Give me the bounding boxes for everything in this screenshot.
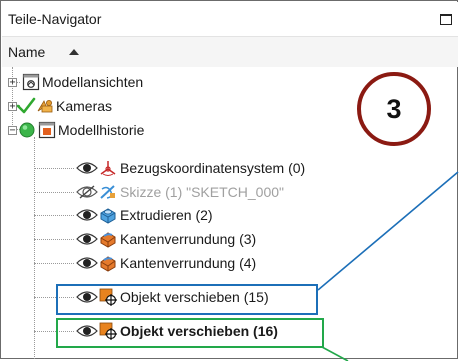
tree-item-label: Kantenverrundung (4) <box>120 255 257 271</box>
visibility-eye-icon[interactable] <box>76 208 98 222</box>
hidden-eye-icon[interactable] <box>76 185 98 199</box>
model-views-icon <box>22 73 40 91</box>
step-number-badge: 3 <box>357 72 431 146</box>
edge-blend-icon <box>100 256 116 272</box>
step-number: 3 <box>386 94 402 124</box>
tree-item-label: Modellhistorie <box>58 122 145 138</box>
tree-item-sketch[interactable]: Skizze (1) "SKETCH_000" <box>2 180 458 204</box>
panel-title: Teile-Navigator <box>8 11 102 27</box>
tree-item-label: Bezugskoordinatensystem (0) <box>120 160 306 176</box>
visibility-eye-icon[interactable] <box>76 232 98 246</box>
sketch-icon <box>100 185 115 199</box>
tree-item-label: Modellansichten <box>42 74 144 90</box>
expand-icon[interactable]: + <box>8 78 17 88</box>
maximize-icon[interactable] <box>440 14 452 25</box>
edge-blend-icon <box>100 232 116 248</box>
camera-icon <box>37 100 53 113</box>
tree-item-label: Kameras <box>56 98 113 114</box>
status-ok-icon <box>19 122 35 138</box>
visibility-eye-icon[interactable] <box>76 256 98 270</box>
tree-item-label: Kantenverrundung (3) <box>120 231 257 247</box>
tree-item-datum-csys[interactable]: Bezugskoordinatensystem (0) <box>2 156 458 180</box>
model-history-icon <box>38 121 56 139</box>
tree-item-label: Skizze (1) "SKETCH_000" <box>120 184 284 200</box>
column-name-label: Name <box>8 44 46 60</box>
sort-ascending-icon[interactable] <box>69 49 79 55</box>
tree-item-label: Extrudieren (2) <box>120 207 213 223</box>
tree-item-edge-blend-4[interactable]: Kantenverrundung (4) <box>2 251 458 275</box>
collapse-icon[interactable]: − <box>8 126 17 136</box>
column-header[interactable]: Name <box>2 37 458 67</box>
callout-box-green <box>56 318 324 348</box>
checkmark-icon <box>16 97 36 114</box>
callout-box-blue <box>56 284 318 315</box>
tree-item-edge-blend-3[interactable]: Kantenverrundung (3) <box>2 227 458 251</box>
tree-item-extrude[interactable]: Extrudieren (2) <box>2 203 458 227</box>
panel-titlebar: Teile-Navigator <box>2 2 458 37</box>
extrude-icon <box>100 208 116 224</box>
visibility-eye-icon[interactable] <box>76 161 98 175</box>
coordinate-system-icon <box>100 161 116 176</box>
